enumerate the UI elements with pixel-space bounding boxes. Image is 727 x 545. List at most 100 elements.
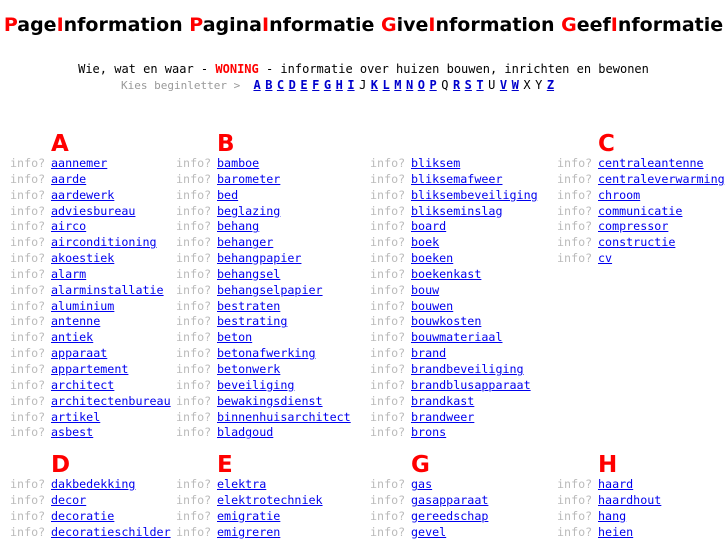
word-link[interactable]: brandblusapparaat bbox=[411, 378, 531, 392]
word-link[interactable]: bouwen bbox=[411, 299, 453, 313]
word-link[interactable]: aarde bbox=[51, 172, 86, 186]
word-link[interactable]: bliksembeveiliging bbox=[411, 188, 538, 202]
word-link[interactable]: alarm bbox=[51, 267, 86, 281]
letter-link-r[interactable]: R bbox=[453, 78, 460, 92]
word-link[interactable]: chroom bbox=[598, 188, 640, 202]
word-link[interactable]: boek bbox=[411, 235, 439, 249]
word-link[interactable]: heien bbox=[598, 525, 633, 539]
word-link[interactable]: apparaat bbox=[51, 346, 107, 360]
word-link[interactable]: bouw bbox=[411, 283, 439, 297]
word-link[interactable]: bed bbox=[217, 188, 238, 202]
letter-link-t[interactable]: T bbox=[476, 78, 483, 92]
word-link[interactable]: communicatie bbox=[598, 204, 682, 218]
word-link[interactable]: alarminstallatie bbox=[51, 283, 164, 297]
word-link[interactable]: haard bbox=[598, 477, 633, 491]
letter-link-k[interactable]: K bbox=[371, 78, 378, 92]
letter-link-e[interactable]: E bbox=[300, 78, 307, 92]
word-link[interactable]: behangsel bbox=[217, 267, 280, 281]
word-link[interactable]: gereedschap bbox=[411, 509, 488, 523]
word-link[interactable]: aluminium bbox=[51, 299, 114, 313]
letter-link-g[interactable]: G bbox=[324, 78, 331, 92]
letter-link-n[interactable]: N bbox=[406, 78, 413, 92]
word-link[interactable]: bliksem bbox=[411, 156, 460, 170]
word-link[interactable]: emigreren bbox=[217, 525, 280, 539]
word-link[interactable]: bouwkosten bbox=[411, 314, 481, 328]
word-link[interactable]: bladgoud bbox=[217, 425, 273, 439]
word-link[interactable]: appartement bbox=[51, 362, 128, 376]
word-link[interactable]: bestrating bbox=[217, 314, 287, 328]
letter-link-z[interactable]: Z bbox=[547, 78, 554, 92]
word-link[interactable]: aardewerk bbox=[51, 188, 114, 202]
word-link[interactable]: gasapparaat bbox=[411, 493, 488, 507]
word-link[interactable]: haardhout bbox=[598, 493, 661, 507]
word-link[interactable]: aannemer bbox=[51, 156, 107, 170]
word-link[interactable]: betonwerk bbox=[217, 362, 280, 376]
word-link[interactable]: brandbeveiliging bbox=[411, 362, 524, 376]
word-link[interactable]: emigratie bbox=[217, 509, 280, 523]
word-link[interactable]: brandweer bbox=[411, 410, 474, 424]
word-link[interactable]: board bbox=[411, 219, 446, 233]
word-link[interactable]: decoratieschilder bbox=[51, 525, 171, 539]
word-link[interactable]: dakbedekking bbox=[51, 477, 135, 491]
word-link[interactable]: architect bbox=[51, 378, 114, 392]
word-link[interactable]: decoratie bbox=[51, 509, 114, 523]
letter-link-o[interactable]: O bbox=[418, 78, 425, 92]
word-link[interactable]: cv bbox=[598, 251, 612, 265]
word-link[interactable]: bliksemafweer bbox=[411, 172, 502, 186]
letter-link-f[interactable]: F bbox=[312, 78, 319, 92]
word-link[interactable]: bamboe bbox=[217, 156, 259, 170]
word-link[interactable]: brandkast bbox=[411, 394, 474, 408]
word-link[interactable]: constructie bbox=[598, 235, 675, 249]
word-link[interactable]: behanger bbox=[217, 235, 273, 249]
word-link[interactable]: asbest bbox=[51, 425, 93, 439]
word-link[interactable]: airconditioning bbox=[51, 235, 157, 249]
word-link[interactable]: adviesbureau bbox=[51, 204, 135, 218]
word-link[interactable]: beton bbox=[217, 330, 252, 344]
letter-link-m[interactable]: M bbox=[394, 78, 401, 92]
list-item: info? bestrating bbox=[176, 314, 351, 330]
word-link[interactable]: compressor bbox=[598, 219, 668, 233]
letter-link-h[interactable]: H bbox=[336, 78, 343, 92]
word-link[interactable]: centraleantenne bbox=[598, 156, 704, 170]
letter-link-i[interactable]: I bbox=[347, 78, 354, 92]
word-link[interactable]: beglazing bbox=[217, 204, 280, 218]
letter-link-w[interactable]: W bbox=[512, 78, 519, 92]
word-link[interactable]: elektrotechniek bbox=[217, 493, 323, 507]
word-link[interactable]: blikseminslag bbox=[411, 204, 502, 218]
word-link[interactable]: elektra bbox=[217, 477, 266, 491]
word-link[interactable]: decor bbox=[51, 493, 86, 507]
letter-link-p[interactable]: P bbox=[429, 78, 436, 92]
word-link[interactable]: gas bbox=[411, 477, 432, 491]
word-link[interactable]: behangselpapier bbox=[217, 283, 323, 297]
word-link[interactable]: bewakingsdienst bbox=[217, 394, 323, 408]
word-link[interactable]: airco bbox=[51, 219, 86, 233]
word-link[interactable]: artikel bbox=[51, 410, 100, 424]
word-link[interactable]: barometer bbox=[217, 172, 280, 186]
word-link[interactable]: behangpapier bbox=[217, 251, 301, 265]
word-link[interactable]: bestraten bbox=[217, 299, 280, 313]
word-link[interactable]: boekenkast bbox=[411, 267, 481, 281]
list-item: info? decoratie bbox=[10, 509, 171, 525]
word-link[interactable]: brand bbox=[411, 346, 446, 360]
word-link[interactable]: brons bbox=[411, 425, 446, 439]
word-link[interactable]: betonafwerking bbox=[217, 346, 316, 360]
word-link[interactable]: behang bbox=[217, 219, 259, 233]
word-link[interactable]: binnenhuisarchitect bbox=[217, 410, 351, 424]
letter-link-b[interactable]: B bbox=[265, 78, 272, 92]
word-link[interactable]: antiek bbox=[51, 330, 93, 344]
word-link[interactable]: beveiliging bbox=[217, 378, 294, 392]
word-link[interactable]: antenne bbox=[51, 314, 100, 328]
letter-link-d[interactable]: D bbox=[289, 78, 296, 92]
word-link[interactable]: bouwmateriaal bbox=[411, 330, 502, 344]
letter-link-a[interactable]: A bbox=[253, 78, 260, 92]
letter-link-s[interactable]: S bbox=[465, 78, 472, 92]
word-link[interactable]: hang bbox=[598, 509, 626, 523]
word-link[interactable]: architectenbureau bbox=[51, 394, 171, 408]
word-link[interactable]: akoestiek bbox=[51, 251, 114, 265]
word-link[interactable]: centraleverwarming bbox=[598, 172, 725, 186]
letter-link-l[interactable]: L bbox=[383, 78, 390, 92]
letter-link-v[interactable]: V bbox=[500, 78, 507, 92]
word-link[interactable]: gevel bbox=[411, 525, 446, 539]
letter-link-c[interactable]: C bbox=[277, 78, 284, 92]
word-link[interactable]: boeken bbox=[411, 251, 453, 265]
